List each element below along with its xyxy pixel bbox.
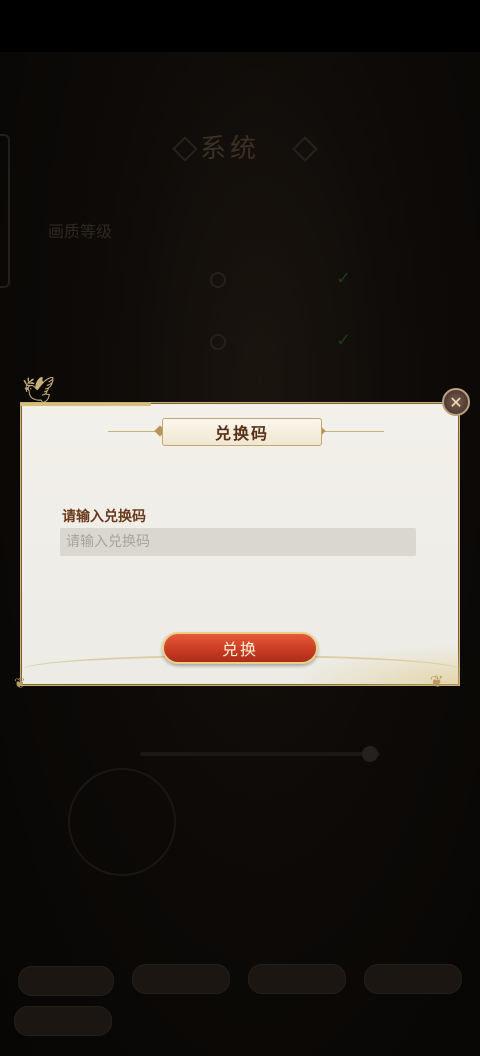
dialog-title: 兑换码 (214, 424, 269, 443)
corner-ornament-icon: ❦ (14, 676, 26, 692)
gold-swoosh-decoration (21, 403, 151, 466)
redeem-button[interactable]: 兑换 (162, 632, 318, 664)
dialog-title-plaque: 兑换码 (162, 418, 322, 446)
close-icon: ✕ (449, 392, 463, 412)
redeem-button-label: 兑换 (221, 640, 258, 659)
redeem-code-input[interactable] (60, 528, 416, 556)
corner-ornament-icon: ❦ (430, 672, 444, 691)
close-button[interactable]: ✕ (442, 388, 470, 416)
title-line-right (320, 431, 384, 432)
redeem-code-label: 请输入兑换码 (62, 509, 146, 525)
